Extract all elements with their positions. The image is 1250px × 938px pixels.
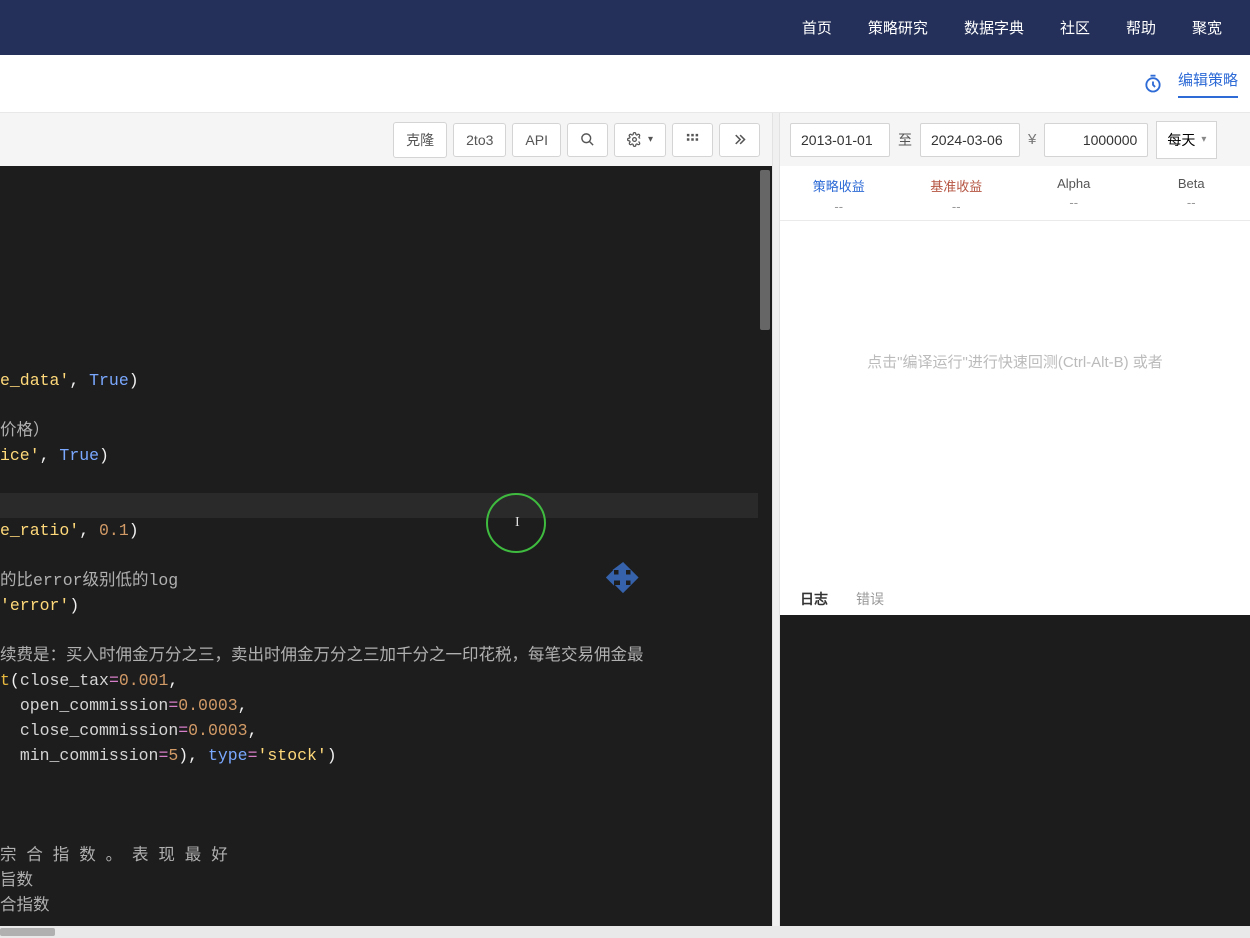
move-icon <box>605 561 641 600</box>
horizontal-scrollbar[interactable] <box>0 926 1250 938</box>
nav-data-dict[interactable]: 数据字典 <box>946 17 1042 38</box>
stat-benchmark: 基准收益 -- <box>898 166 1016 220</box>
nav-home[interactable]: 首页 <box>784 17 850 38</box>
tab-log[interactable]: 日志 <box>800 589 828 615</box>
results-pane: 至 ¥ 每天 ▾ 策略收益 -- 基准收益 -- Alpha -- <box>780 113 1250 926</box>
stat-beta: Beta -- <box>1133 166 1250 220</box>
end-date-input[interactable] <box>920 123 1020 157</box>
sub-bar: 编辑策略 <box>0 55 1250 113</box>
scrollbar-thumb[interactable] <box>0 928 55 936</box>
stats-row: 策略收益 -- 基准收益 -- Alpha -- Beta -- <box>780 166 1250 221</box>
capital-input[interactable] <box>1044 123 1148 157</box>
editor-vertical-scrollbar[interactable] <box>758 166 772 926</box>
nav-community[interactable]: 社区 <box>1042 17 1108 38</box>
2to3-button[interactable]: 2to3 <box>453 123 506 157</box>
chart-area: 点击"编译运行"进行快速回测(Ctrl-Alt-B) 或者 <box>780 221 1250 581</box>
cursor-indicator-icon <box>486 493 546 553</box>
tab-error[interactable]: 错误 <box>856 589 884 615</box>
backtest-params: 至 ¥ 每天 ▾ <box>780 113 1250 166</box>
timer-icon[interactable] <box>1142 73 1164 95</box>
frequency-label: 每天 <box>1167 130 1195 150</box>
top-nav: 首页 策略研究 数据字典 社区 帮助 聚宽 <box>0 0 1250 55</box>
date-separator: 至 <box>898 130 912 150</box>
frequency-select[interactable]: 每天 ▾ <box>1156 121 1217 159</box>
editor-pane: 克隆 2to3 API ▾ e_data', True) 价格） ice', T… <box>0 113 772 926</box>
search-button[interactable] <box>567 123 608 157</box>
log-output[interactable] <box>780 615 1250 926</box>
chevron-down-icon: ▾ <box>1201 134 1206 145</box>
nav-strategy[interactable]: 策略研究 <box>850 17 946 38</box>
scrollbar-thumb[interactable] <box>760 170 770 330</box>
grid-button[interactable] <box>672 123 713 157</box>
collapse-button[interactable] <box>719 123 760 157</box>
grid-icon <box>685 132 700 147</box>
start-date-input[interactable] <box>790 123 890 157</box>
log-panel: 日志 错误 <box>780 581 1250 926</box>
pane-splitter[interactable] <box>772 113 780 926</box>
editor-toolbar: 克隆 2to3 API ▾ <box>0 113 772 166</box>
chevron-down-icon: ▾ <box>648 134 653 145</box>
edit-strategy-link[interactable]: 编辑策略 <box>1178 69 1238 98</box>
stat-alpha: Alpha -- <box>1015 166 1133 220</box>
chart-placeholder-hint: 点击"编译运行"进行快速回测(Ctrl-Alt-B) 或者 <box>780 351 1250 372</box>
nav-joinquant[interactable]: 聚宽 <box>1174 17 1240 38</box>
stat-strategy: 策略收益 -- <box>780 166 898 220</box>
gear-icon <box>627 132 642 147</box>
code-editor[interactable]: e_data', True) 价格） ice', True) e_ratio',… <box>0 166 772 926</box>
chevron-double-right-icon <box>732 132 747 147</box>
search-icon <box>580 132 595 147</box>
workspace: 克隆 2to3 API ▾ e_data', True) 价格） ice', T… <box>0 113 1250 926</box>
clone-button[interactable]: 克隆 <box>393 122 447 158</box>
nav-help[interactable]: 帮助 <box>1108 17 1174 38</box>
currency-symbol: ¥ <box>1028 131 1036 148</box>
api-button[interactable]: API <box>512 123 561 157</box>
log-tabs: 日志 错误 <box>780 581 1250 615</box>
settings-button[interactable]: ▾ <box>614 123 666 157</box>
